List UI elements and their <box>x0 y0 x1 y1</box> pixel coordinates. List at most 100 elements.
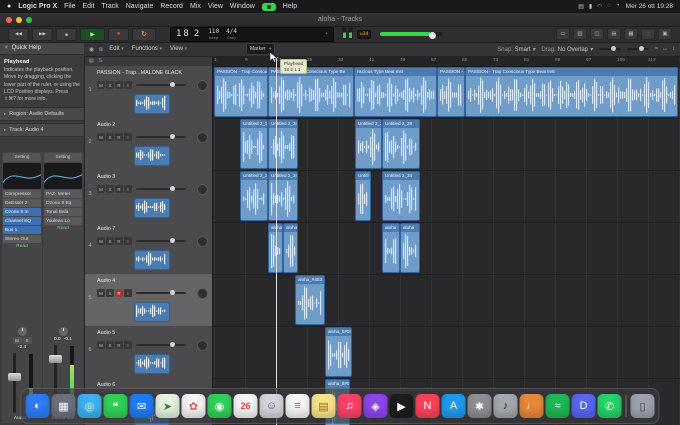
automation-mode[interactable]: Read <box>3 244 41 249</box>
horizontal-zoom-icon[interactable]: ↔ <box>662 46 668 52</box>
setting-button[interactable]: Setting <box>44 153 82 162</box>
track-lanes[interactable]: PASSION - Trap Consciou PASSION - Trap Co… <box>212 66 680 425</box>
track-i-button[interactable]: I <box>124 185 132 193</box>
plugin-slot[interactable]: Ozone 9 m <box>3 208 41 216</box>
drag-menu[interactable]: Drag: No Overlap ▾ <box>541 46 592 53</box>
lcd-tempo[interactable]: 110 <box>208 28 219 35</box>
track-r-button[interactable]: R <box>115 341 123 349</box>
track-pan-knob[interactable] <box>197 80 208 91</box>
track-header-audio-2[interactable]: 2 Audio 2 MSRI <box>84 118 212 171</box>
dock-podcasts-icon[interactable]: ◈ <box>363 394 388 418</box>
track-r-button[interactable]: R <box>115 81 123 89</box>
lcd-chevron-icon[interactable]: ▾ <box>325 31 328 37</box>
dock-launchpad-icon[interactable]: ▦ <box>51 394 76 418</box>
menu-help[interactable]: Help <box>283 3 297 10</box>
track-sort-icon[interactable]: ▤ <box>89 58 94 64</box>
toolbar-menu-edit[interactable]: Edit ▾ <box>109 46 124 52</box>
region-untitled-2-28[interactable]: Untitled 2_28 <box>382 119 420 169</box>
close-icon[interactable]: ✕ <box>4 45 9 51</box>
plugin-slot[interactable]: Compressor <box>3 190 41 198</box>
track-volume-slider[interactable] <box>136 82 186 87</box>
menu-mix[interactable]: Mix <box>190 3 201 10</box>
track-name[interactable]: PASSION - Trap...MALONE 6LACK <box>97 70 207 76</box>
browsers-icon[interactable]: ▣ <box>658 28 672 40</box>
region-untitled-2-18[interactable]: Untitled 2_18 <box>240 119 268 169</box>
region-aloha-5-04[interactable]: aloha_5#04 <box>325 327 352 377</box>
lane-6[interactable] <box>212 326 680 379</box>
menu-logic-pro-x[interactable]: Logic Pro X <box>18 3 57 10</box>
track-r-button[interactable]: R <box>115 289 123 297</box>
track-volume-slider[interactable] <box>136 134 186 139</box>
track-pan-knob[interactable] <box>197 132 208 143</box>
track-m-button[interactable]: M <box>97 289 105 297</box>
region-passion-trap-conscious-type-beat-inst[interactable]: PASSION - Trap Conscious Type Beat Inst <box>465 67 678 117</box>
section-track[interactable]: ▸ Track: Audio 4 <box>0 123 84 138</box>
dock-messages-icon[interactable]: ❝ <box>103 394 128 418</box>
region-aloha[interactable]: aloha <box>382 223 400 273</box>
cycle-button[interactable]: ↻ <box>132 27 156 41</box>
plugin-slot[interactable]: DeEsser 2 <box>3 199 41 207</box>
track-i-button[interactable]: I <box>124 133 132 141</box>
section-region[interactable]: ▸ Region: Audio Defaults <box>0 107 84 122</box>
plugin-slot[interactable]: Channel EQ <box>3 217 41 225</box>
track-s-button[interactable]: S <box>106 237 114 245</box>
dock-maps-icon[interactable]: ➤ <box>155 394 180 418</box>
apple-loops-icon[interactable]: ◌ <box>641 28 655 40</box>
eq-thumbnail[interactable] <box>3 163 41 189</box>
track-header-audio-5[interactable]: 6 Audio 5 MSRI <box>84 326 212 379</box>
menu-track[interactable]: Track <box>101 3 118 10</box>
stop-button[interactable]: ■ <box>56 27 77 41</box>
smart-controls-icon[interactable]: ▭ <box>556 28 570 40</box>
menu-edit[interactable]: Edit <box>82 3 94 10</box>
send-slot[interactable]: Bus 1 <box>3 226 41 234</box>
forward-button[interactable]: ▶▶ <box>32 27 53 41</box>
display-icon[interactable]: ▤ <box>578 3 584 10</box>
track-name[interactable]: Audio 4 <box>97 278 207 284</box>
minimize-window-button[interactable] <box>16 16 22 23</box>
track-s-button[interactable]: S <box>106 185 114 193</box>
track-pan-knob[interactable] <box>197 184 208 195</box>
region-passion-trap-consciou[interactable]: PASSION - Trap Consciou <box>214 67 268 117</box>
master-volume-slider[interactable] <box>380 32 443 39</box>
track-i-button[interactable]: I <box>124 81 132 89</box>
play-button[interactable]: ▶ <box>80 27 105 41</box>
track-m-button[interactable]: M <box>97 133 105 141</box>
vertical-zoom-icon[interactable]: ↕ <box>672 46 675 52</box>
dock-safari-icon[interactable]: ◎ <box>77 394 102 418</box>
pan-knob[interactable] <box>17 327 27 336</box>
dock-garageband-icon[interactable]: ♩ <box>519 394 544 418</box>
track-m-button[interactable]: M <box>97 81 105 89</box>
dock-spotify-icon[interactable]: ≈ <box>545 394 570 418</box>
track-volume-slider[interactable] <box>136 186 186 191</box>
lane-5[interactable] <box>212 274 680 327</box>
dock-finder-icon[interactable]: ◐ <box>25 394 50 418</box>
eq-thumbnail[interactable] <box>44 163 82 189</box>
region-aloha[interactable]: aloha <box>283 223 298 273</box>
snap-menu[interactable]: Snap: Smart ▾ <box>497 46 535 53</box>
solo-button[interactable]: S <box>22 337 32 344</box>
dock-reminders-icon[interactable]: ≡ <box>285 394 310 418</box>
playhead[interactable] <box>276 56 277 425</box>
track-pan-knob[interactable] <box>197 236 208 247</box>
track-r-button[interactable]: R <box>115 185 123 193</box>
setting-button[interactable]: Setting <box>3 153 41 162</box>
dock-logic-pro-icon[interactable]: ♪ <box>493 394 518 418</box>
track-m-button[interactable]: M <box>97 237 105 245</box>
dock-calendar-icon[interactable]: 26 <box>233 394 258 418</box>
screen-recording-indicator[interactable] <box>261 2 276 11</box>
track-i-button[interactable]: I <box>124 289 132 297</box>
track-r-button[interactable]: R <box>115 133 123 141</box>
region-untitl[interactable]: Untitl <box>355 171 371 221</box>
track-name[interactable]: Audio 2 <box>97 122 207 128</box>
dock-contacts-icon[interactable]: ☺ <box>259 394 284 418</box>
track-volume-slider[interactable] <box>136 290 186 295</box>
region-aloha-403[interactable]: aloha_#403 <box>295 275 325 325</box>
dock-mail-icon[interactable]: ✉ <box>129 394 154 418</box>
toolbar-menu-functions[interactable]: Functions ▾ <box>132 46 162 52</box>
record-button[interactable]: ● <box>108 27 129 41</box>
output-slot[interactable]: Stereo Out <box>3 235 41 243</box>
plugin-slot[interactable]: Ozone 9 Eq <box>44 199 82 207</box>
zoom-window-button[interactable] <box>26 16 32 23</box>
track-name[interactable]: Audio 3 <box>97 174 207 180</box>
rewind-button[interactable]: ◀◀ <box>8 27 29 41</box>
